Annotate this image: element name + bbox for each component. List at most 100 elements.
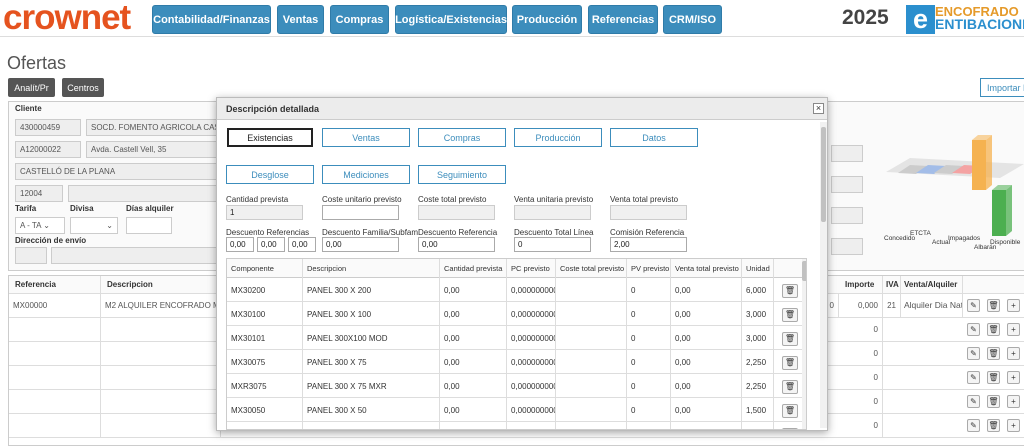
add-icon[interactable]: + xyxy=(1007,323,1020,336)
client-code-field[interactable]: 430000459 xyxy=(15,119,81,136)
grid-cell-pv: 0 xyxy=(627,422,671,429)
cantidad-field[interactable]: 1 xyxy=(226,205,303,220)
tab-desglose[interactable]: Desglose xyxy=(226,165,314,184)
grid-scroll-thumb[interactable] xyxy=(802,261,806,281)
grid-cell-descripcion: PANEL 300 X 200 xyxy=(303,278,440,302)
import-button[interactable]: Importar E xyxy=(980,78,1024,97)
coste-total-label: Coste total previsto xyxy=(418,195,487,204)
nav-contabilidad[interactable]: Contabilidad/Finanzas xyxy=(152,5,271,34)
grid-row[interactable]: MX30200PANEL 300 X 2000,000,000000000000… xyxy=(227,278,806,302)
grid-scrollbar[interactable] xyxy=(802,259,806,429)
dias-field[interactable] xyxy=(126,217,172,234)
grid-row[interactable]: MX30050PANEL 300 X 500,000,000000000000,… xyxy=(227,398,806,422)
trash-icon[interactable]: 🗑 xyxy=(782,308,798,322)
trash-icon[interactable]: 🗑 xyxy=(987,419,1000,432)
crownet-logo[interactable]: crownet xyxy=(3,0,131,35)
nav-referencias[interactable]: Referencias xyxy=(588,5,658,34)
add-icon[interactable]: + xyxy=(1007,299,1020,312)
chart-label-etcta: ETCTA xyxy=(910,230,931,237)
side-field-2[interactable] xyxy=(831,176,863,193)
pencil-icon[interactable]: ✎ xyxy=(967,347,980,360)
pencil-icon[interactable]: ✎ xyxy=(967,299,980,312)
trash-icon[interactable]: 🗑 xyxy=(782,380,798,394)
tab-compras[interactable]: Compras xyxy=(418,128,506,147)
comision-field[interactable]: 2,00 xyxy=(610,237,687,252)
side-field-4[interactable] xyxy=(831,238,863,255)
tab-existencias[interactable]: Existencias xyxy=(227,128,313,147)
trash-icon[interactable]: 🗑 xyxy=(782,284,798,298)
tab-mediciones[interactable]: Mediciones xyxy=(322,165,410,184)
centros-button[interactable]: Centros xyxy=(62,78,104,97)
trash-icon[interactable]: 🗑 xyxy=(987,371,1000,384)
venta-total-field[interactable] xyxy=(610,205,687,220)
grid-cell-cantidad: 0,00 xyxy=(440,422,507,429)
pencil-icon[interactable]: ✎ xyxy=(967,323,980,336)
nav-compras[interactable]: Compras xyxy=(330,5,389,34)
tarifa-select[interactable]: A - TA ⌄ xyxy=(15,217,65,234)
desc-fam-field[interactable]: 0,00 xyxy=(322,237,399,252)
trash-icon[interactable]: 🗑 xyxy=(987,323,1000,336)
envio-code-field[interactable] xyxy=(15,247,47,264)
desc-linea-label: Descuento Total Línea xyxy=(514,228,594,237)
grid-row[interactable]: MX30101 PANEL 300X100 MOD 0,00 0,00000000 0 0… xyxy=(227,326,806,350)
grid-row[interactable]: MX30075PANEL 300 X 750,000,000000000000,… xyxy=(227,350,806,374)
tab-produccion[interactable]: Producción xyxy=(514,128,602,147)
coste-total-field[interactable] xyxy=(418,205,495,220)
client-zip-field[interactable]: 12004 xyxy=(15,185,63,202)
row-cell xyxy=(9,390,101,414)
chevron-down-icon: ⌄ xyxy=(43,221,50,230)
desc-linea-field[interactable]: 0 xyxy=(514,237,591,252)
grid-col-pc: PC previsto xyxy=(507,259,556,278)
pencil-icon[interactable]: ✎ xyxy=(967,419,980,432)
side-field-1[interactable] xyxy=(831,145,863,162)
venta-unit-field[interactable] xyxy=(514,205,591,220)
desc-ref-3-field[interactable]: 0,00 xyxy=(288,237,316,252)
envio-field[interactable] xyxy=(51,247,226,264)
client-name-field[interactable]: SOCD. FOMENTO AGRICOLA CAS xyxy=(86,119,226,136)
desc-ref-field[interactable]: 0,00 xyxy=(418,237,495,252)
grid-row[interactable]: MX30025PANEL 300 X 250,000,000000000000,… xyxy=(227,422,806,429)
add-icon[interactable]: + xyxy=(1007,395,1020,408)
trash-icon[interactable]: 🗑 xyxy=(987,395,1000,408)
trash-icon[interactable]: 🗑 xyxy=(782,404,798,418)
nav-produccion[interactable]: Producción xyxy=(512,5,582,34)
grid-row[interactable]: MX30100PANEL 300 X 1000,000,000000000000… xyxy=(227,302,806,326)
divisa-select[interactable]: ⌄ xyxy=(70,217,118,234)
venta-total-label: Venta total previsto xyxy=(610,195,679,204)
grid-cell-coste-total xyxy=(556,302,627,326)
grid-row[interactable]: MXR3075 PANEL 300 X 75 MXR 0,00 0,00000000 0… xyxy=(227,374,806,398)
desc-ref-2-field[interactable]: 0,00 xyxy=(257,237,285,252)
close-icon[interactable]: × xyxy=(813,103,824,114)
nav-crm-iso[interactable]: CRM/ISO xyxy=(663,5,722,34)
nav-ventas[interactable]: Ventas xyxy=(277,5,324,34)
modal-scroll-thumb[interactable] xyxy=(821,127,826,222)
pencil-icon[interactable]: ✎ xyxy=(967,395,980,408)
analit-button[interactable]: Analít/Pr xyxy=(8,78,55,97)
add-icon[interactable]: + xyxy=(1007,347,1020,360)
add-icon[interactable]: + xyxy=(1007,419,1020,432)
client-city-field[interactable]: CASTELLÓ DE LA PLANA xyxy=(15,163,226,180)
tab-datos[interactable]: Datos xyxy=(610,128,698,147)
coste-unit-field[interactable] xyxy=(322,205,399,220)
modal-scrollbar[interactable] xyxy=(820,122,827,428)
tab-ventas[interactable]: Ventas xyxy=(322,128,410,147)
tab-seguimiento[interactable]: Seguimiento xyxy=(418,165,506,184)
grid-cell-pv: 0 xyxy=(627,326,671,350)
chart-label-impagados: Impagados xyxy=(948,235,981,242)
grid-cell-descripcion: PANEL 300 X 75 xyxy=(303,350,440,374)
trash-icon[interactable]: 🗑 xyxy=(782,356,798,370)
pencil-icon[interactable]: ✎ xyxy=(967,371,980,384)
trash-icon[interactable]: 🗑 xyxy=(987,347,1000,360)
client-nif-field[interactable]: A12000022 xyxy=(15,141,81,158)
nav-logistica[interactable]: Logística/Existencias xyxy=(395,5,507,34)
trash-icon[interactable]: 🗑 xyxy=(782,332,798,346)
add-icon[interactable]: + xyxy=(1007,371,1020,384)
grid-cell-componente: MX30050 xyxy=(227,398,303,422)
trash-icon[interactable]: 🗑 xyxy=(782,428,798,429)
desc-ref-1-field[interactable]: 0,00 xyxy=(226,237,254,252)
client-address-field[interactable]: Avda. Castell Vell, 35 xyxy=(86,141,226,158)
side-field-3[interactable] xyxy=(831,207,863,224)
trash-icon[interactable]: 🗑 xyxy=(987,299,1000,312)
grid-cell-pc: 0,0000000000 xyxy=(507,278,556,302)
client-extra-field[interactable] xyxy=(68,185,226,202)
